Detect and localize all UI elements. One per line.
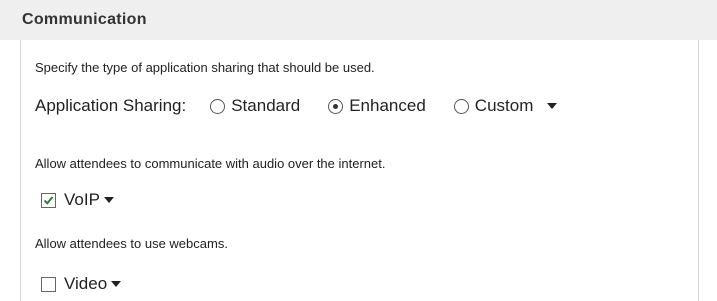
application-sharing-row: Application Sharing: Standard Enhanced C…	[35, 94, 558, 118]
webcam-description: Allow attendees to use webcams.	[35, 236, 228, 251]
radio-standard-label: Standard	[231, 96, 301, 115]
checkmark-icon	[43, 195, 54, 205]
radio-circle-icon	[210, 98, 226, 114]
video-label: Video	[64, 274, 108, 293]
section-header: Communication	[0, 0, 717, 40]
voip-dropdown-caret-icon[interactable]	[103, 197, 114, 203]
radio-custom[interactable]: Custom	[453, 96, 534, 116]
radio-circle-icon	[453, 98, 469, 114]
radio-selected-icon	[328, 98, 344, 114]
application-sharing-label: Application Sharing:	[35, 96, 187, 115]
video-dropdown-caret-icon[interactable]	[111, 281, 122, 287]
custom-dropdown-caret-icon[interactable]	[547, 103, 558, 109]
voip-label: VoIP	[64, 190, 100, 209]
sharing-description: Specify the type of application sharing …	[35, 60, 375, 75]
voip-checkbox-row[interactable]: VoIP	[41, 188, 114, 212]
radio-custom-label: Custom	[474, 96, 534, 115]
video-checkbox[interactable]	[41, 276, 56, 292]
section-content: Specify the type of application sharing …	[20, 40, 699, 301]
video-checkbox-row[interactable]: Video	[41, 272, 122, 296]
communication-panel: Communication Specify the type of applic…	[0, 0, 717, 301]
radio-enhanced[interactable]: Enhanced	[328, 96, 426, 116]
audio-description: Allow attendees to communicate with audi…	[35, 156, 386, 171]
voip-checkbox[interactable]	[41, 192, 56, 208]
section-title: Communication	[22, 11, 147, 28]
radio-enhanced-label: Enhanced	[349, 96, 426, 115]
radio-standard[interactable]: Standard	[210, 96, 300, 116]
